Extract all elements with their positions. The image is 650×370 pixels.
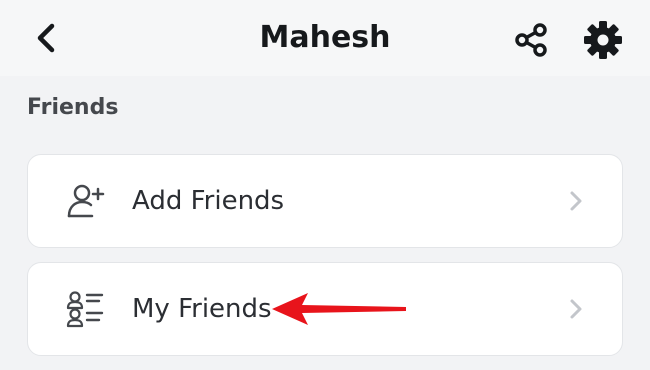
top-bar: Mahesh	[0, 0, 650, 76]
back-button[interactable]	[28, 20, 64, 56]
settings-button[interactable]	[581, 18, 625, 62]
share-icon	[515, 23, 547, 57]
red-arrow-annotation	[272, 293, 406, 325]
share-button[interactable]	[511, 20, 551, 60]
gear-icon	[584, 21, 622, 59]
chevron-left-icon	[37, 23, 55, 53]
chevron-right-icon	[570, 299, 582, 319]
add-friends-label: Add Friends	[132, 186, 285, 216]
section-title-friends: Friends	[27, 95, 119, 120]
friends-list-icon	[66, 291, 104, 328]
page-title: Mahesh	[259, 20, 391, 55]
my-friends-label: My Friends	[132, 294, 272, 324]
add-friends-item[interactable]: Add Friends	[27, 154, 623, 248]
chevron-right-icon	[570, 191, 582, 211]
add-friend-icon	[67, 184, 105, 218]
